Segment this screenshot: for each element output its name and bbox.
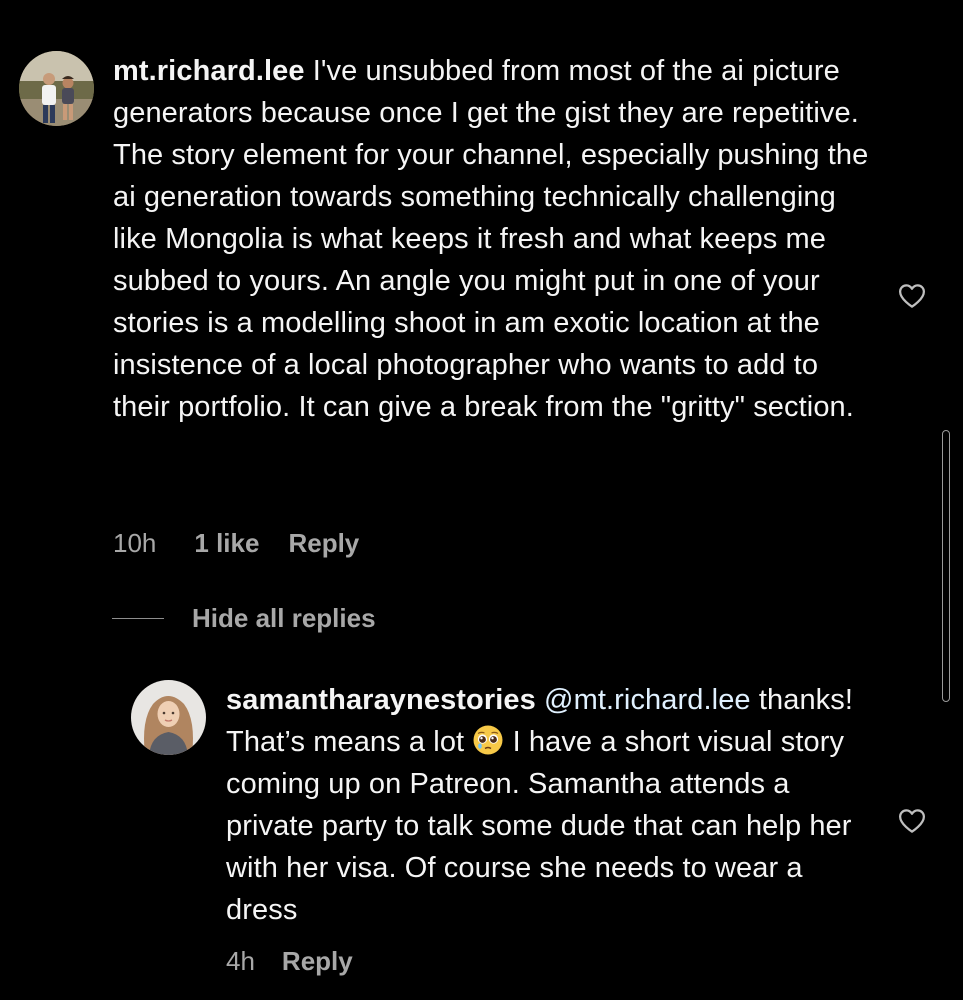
comment-like-count[interactable]: 1 like: [194, 528, 259, 559]
hide-replies-label: Hide all replies: [192, 603, 376, 633]
heart-outline-icon[interactable]: [897, 806, 927, 836]
comment-username[interactable]: mt.richard.lee: [113, 55, 305, 87]
comment-meta: 10h 1 like Reply: [113, 528, 359, 559]
reply-meta: 4h Reply: [226, 946, 353, 977]
comment-body: mt.richard.lee I've unsubbed from most o…: [113, 50, 873, 428]
reply-mention[interactable]: @mt.richard.lee: [544, 684, 751, 716]
pleading-face-emoji: [473, 725, 503, 755]
comment-reply-button[interactable]: Reply: [288, 528, 359, 559]
divider-line: [112, 617, 164, 620]
reply-avatar[interactable]: [131, 680, 206, 755]
comment-timestamp: 10h: [113, 528, 157, 558]
commenter-avatar[interactable]: [19, 51, 94, 126]
comment-text: I've unsubbed from most of the ai pictur…: [113, 55, 869, 423]
scrollbar[interactable]: [942, 430, 950, 702]
reply-username[interactable]: samantharaynestories: [226, 684, 536, 716]
reply-reply-button[interactable]: Reply: [282, 946, 353, 977]
reply-body: samantharaynestories @mt.richard.lee tha…: [226, 679, 876, 931]
heart-outline-icon[interactable]: [897, 281, 927, 311]
hide-replies-toggle[interactable]: Hide all replies: [112, 603, 376, 634]
reply-timestamp: 4h: [226, 946, 255, 976]
